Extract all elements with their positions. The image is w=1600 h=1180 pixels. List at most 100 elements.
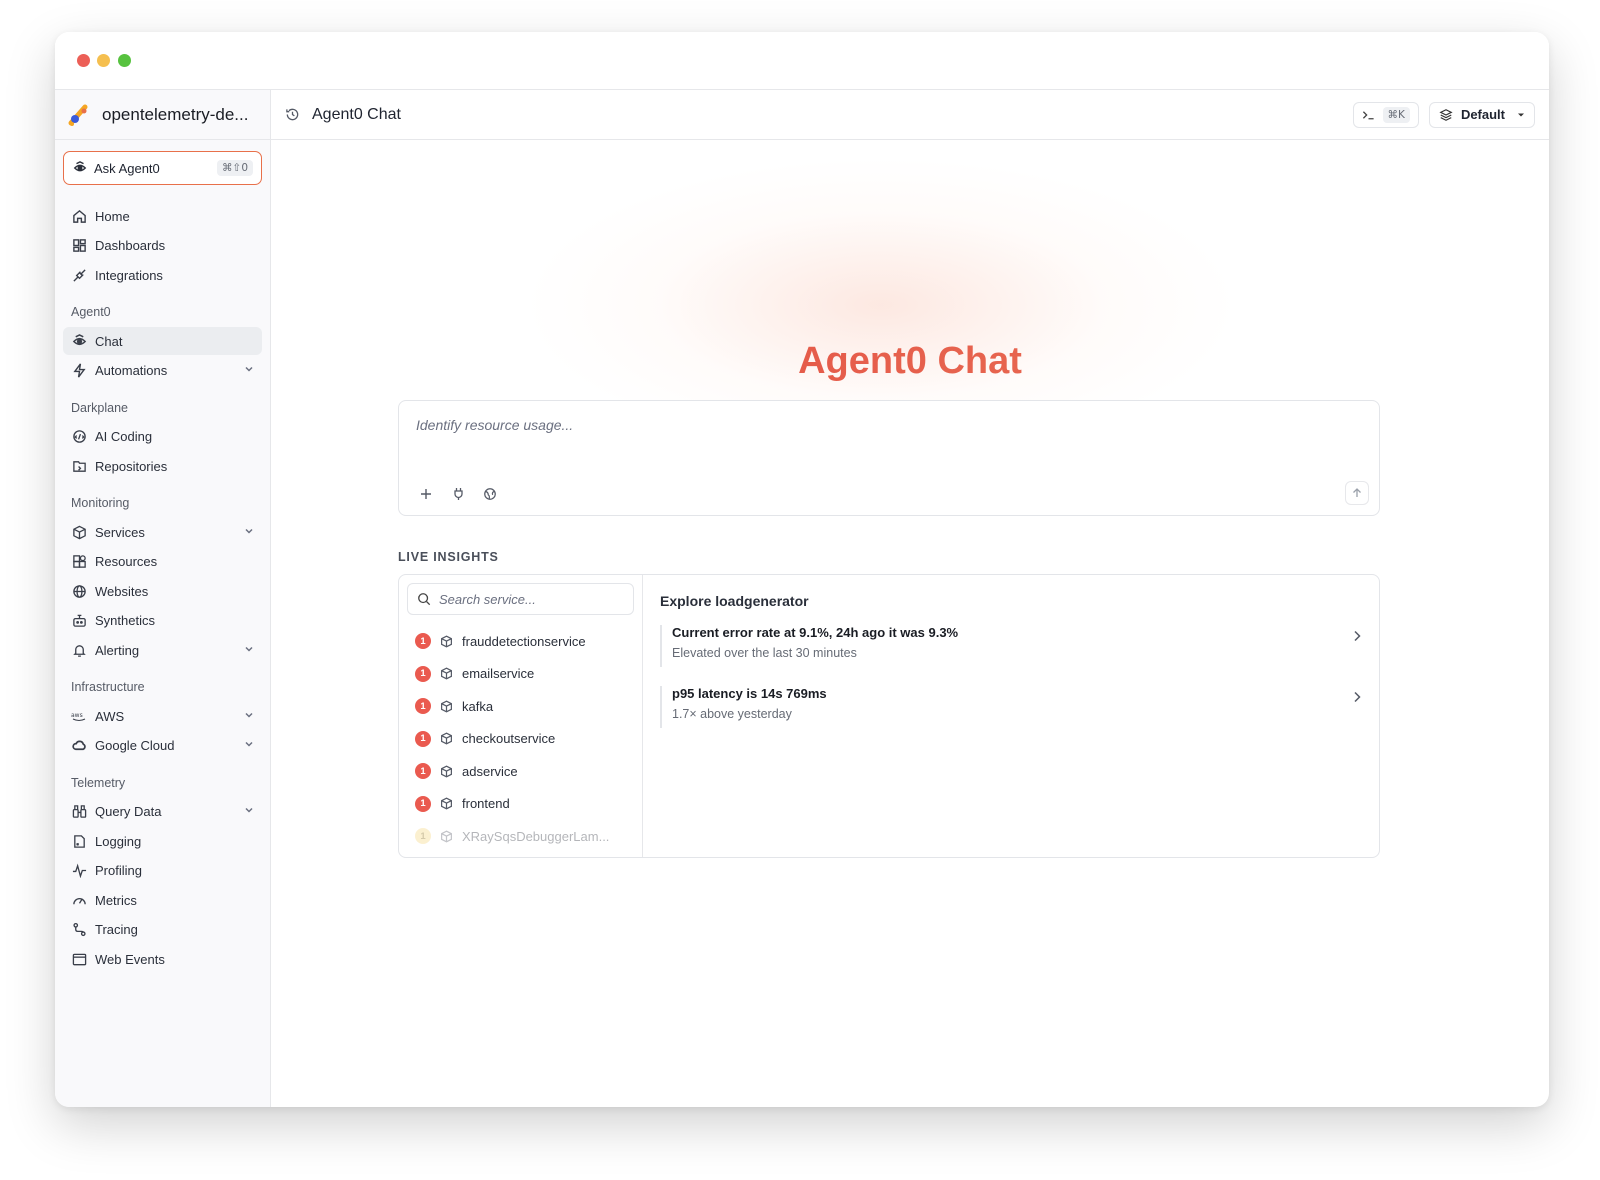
section-label-infrastructure: Infrastructure	[71, 680, 145, 694]
service-search-input[interactable]: Search service...	[407, 583, 634, 615]
sidebar-item-web-events[interactable]: Web Events	[63, 945, 262, 973]
sidebar-item-websites[interactable]: Websites	[63, 577, 262, 605]
history-icon[interactable]	[285, 107, 300, 122]
chevron-down-icon[interactable]	[244, 364, 254, 377]
sidebar-item-ai-coding[interactable]: AI Coding	[63, 423, 262, 451]
sidebar-item-aws[interactable]: aws AWS	[63, 702, 262, 730]
sidebar-item-chat[interactable]: Chat	[63, 327, 262, 355]
command-palette-button[interactable]: ⌘K	[1352, 101, 1419, 128]
service-item[interactable]: 1 XRaySqsDebuggerLam...	[399, 820, 642, 853]
globe-icon	[71, 583, 87, 599]
sidebar-item-metrics[interactable]: Metrics	[63, 886, 262, 914]
service-item[interactable]: 1 frauddetectionservice	[399, 625, 642, 658]
cube-icon	[440, 732, 453, 745]
sidebar-item-label: Services	[95, 524, 145, 540]
sidebar-item-label: Integrations	[95, 267, 163, 283]
chat-composer[interactable]: Identify resource usage...	[398, 400, 1380, 516]
sidebar-item-dashboards[interactable]: Dashboards	[63, 232, 262, 260]
agent-icon	[73, 161, 87, 175]
close-window-button[interactable]	[77, 54, 90, 67]
sidebar-item-profiling[interactable]: Profiling	[63, 857, 262, 885]
sidebar-item-label: Chat	[95, 333, 123, 349]
search-icon	[417, 592, 431, 606]
sidebar-item-label: Resources	[95, 554, 158, 569]
cube-icon	[440, 667, 453, 680]
service-list: 1 frauddetectionservice 1 emailservice 1…	[399, 625, 642, 853]
chevron-right-icon[interactable]	[1353, 690, 1361, 706]
org-name: opentelemetry-de...	[102, 104, 249, 124]
service-item[interactable]: 1 frontend	[399, 788, 642, 821]
sidebar-nav: Home Dashboards Integrations Agent0 Chat	[55, 202, 270, 973]
ask-agent0-label: Ask Agent0	[94, 160, 160, 176]
aws-icon: aws	[71, 708, 87, 724]
sidebar-item-query-data[interactable]: Query Data	[63, 798, 262, 826]
section-label-monitoring: Monitoring	[71, 496, 130, 510]
sidebar-item-google-cloud[interactable]: Google Cloud	[63, 732, 262, 760]
sidebar-item-repositories[interactable]: Repositories	[63, 452, 262, 480]
bell-icon	[71, 642, 87, 658]
sidebar-item-tracing[interactable]: Tracing	[63, 916, 262, 944]
minimize-window-button[interactable]	[97, 54, 110, 67]
insight-item[interactable]: Current error rate at 9.1%, 24h ago it w…	[660, 625, 1370, 667]
service-item[interactable]: 1 kafka	[399, 690, 642, 723]
org-switcher[interactable]: opentelemetry-de...	[55, 90, 270, 140]
agent-icon	[71, 333, 87, 349]
cube-icon	[71, 524, 87, 540]
chevron-down-icon[interactable]	[244, 526, 254, 539]
main-content: Agent0 Chat ⌘K Default Agent0 Chat Ident…	[271, 90, 1549, 1107]
sidebar-item-label: AI Coding	[95, 429, 153, 444]
sidebar-item-logging[interactable]: Logging	[63, 827, 262, 855]
section-label-agent0: Agent0	[71, 305, 111, 319]
plug-icon[interactable]	[449, 485, 467, 503]
service-item[interactable]: 1 emailservice	[399, 658, 642, 691]
sidebar-item-label: Web Events	[95, 951, 165, 967]
robot-icon	[71, 613, 87, 629]
maximize-window-button[interactable]	[118, 54, 131, 67]
cube-icon	[440, 797, 453, 810]
arrow-up-icon	[1352, 488, 1362, 498]
live-insights-panel: Search service... 1 frauddetectionservic…	[398, 574, 1380, 858]
sidebar-item-label: Dashboards	[95, 238, 166, 253]
sidebar-item-synthetics[interactable]: Synthetics	[63, 607, 262, 635]
chevron-down-icon[interactable]	[244, 739, 254, 752]
send-button[interactable]	[1345, 481, 1369, 505]
caret-down-icon	[1517, 112, 1525, 118]
service-name: frontend	[462, 796, 510, 812]
sidebar-item-integrations[interactable]: Integrations	[63, 261, 262, 289]
sidebar-item-label: Google Cloud	[95, 738, 175, 753]
sidebar-item-label: Alerting	[95, 642, 140, 658]
sidebar-item-label: Logging	[95, 833, 142, 849]
section-label-telemetry: Telemetry	[71, 775, 126, 790]
chevron-right-icon[interactable]	[1353, 629, 1361, 645]
globe-icon[interactable]	[481, 485, 499, 503]
window-titlebar	[55, 32, 1549, 90]
terminal-icon	[1362, 109, 1375, 121]
sidebar-item-resources[interactable]: Resources	[63, 548, 262, 576]
environment-dropdown[interactable]: Default	[1428, 101, 1535, 128]
sidebar-item-label: Metrics	[95, 892, 137, 908]
repo-icon	[71, 458, 87, 474]
plus-icon[interactable]	[417, 485, 435, 503]
top-bar-actions: ⌘K Default	[1352, 101, 1535, 128]
ask-shortcut-badge: ⌘⇧0	[217, 160, 253, 176]
service-name: frauddetectionservice	[462, 633, 586, 649]
sidebar-item-services[interactable]: Services	[63, 518, 262, 546]
gauge-icon	[71, 892, 87, 908]
chevron-down-icon[interactable]	[244, 710, 254, 723]
ask-agent0-button[interactable]: Ask Agent0 ⌘⇧0	[63, 151, 262, 185]
chevron-down-icon[interactable]	[244, 805, 254, 818]
sidebar-item-alerting[interactable]: Alerting	[63, 636, 262, 664]
error-count-badge: 1	[415, 795, 431, 812]
section-label-darkplane: Darkplane	[71, 400, 128, 415]
service-name: adservice	[462, 763, 518, 779]
chevron-down-icon[interactable]	[244, 644, 254, 657]
search-placeholder: Search service...	[439, 591, 536, 607]
dashboards-icon	[71, 238, 87, 254]
insight-item[interactable]: p95 latency is 14s 769ms 1.7× above yest…	[660, 686, 1370, 728]
service-item[interactable]: 1 adservice	[399, 755, 642, 788]
ai-coding-icon	[71, 429, 87, 445]
sidebar-item-label: Home	[95, 208, 130, 224]
service-item[interactable]: 1 checkoutservice	[399, 723, 642, 756]
sidebar-item-automations[interactable]: Automations	[63, 357, 262, 385]
sidebar-item-home[interactable]: Home	[63, 202, 262, 230]
